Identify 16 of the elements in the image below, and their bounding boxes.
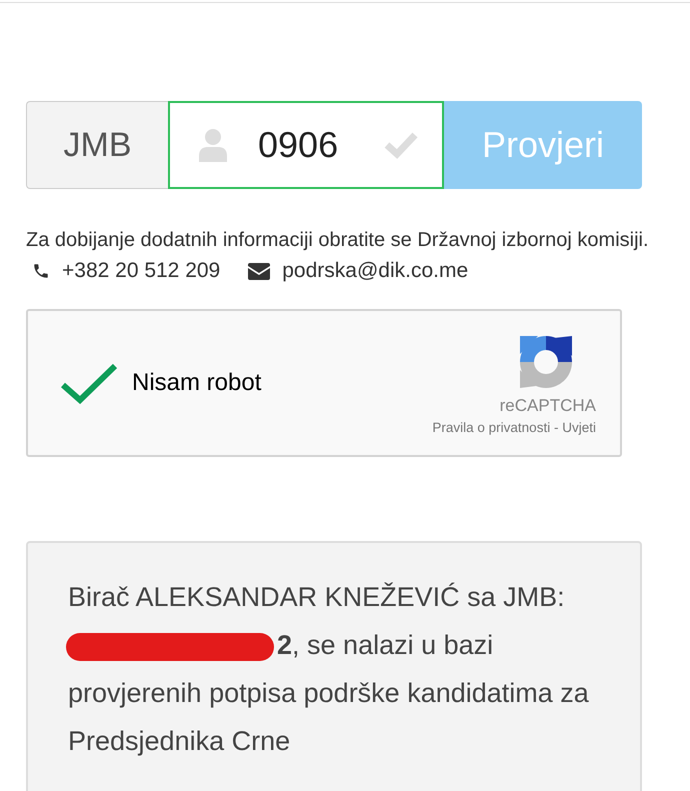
user-icon xyxy=(198,128,228,162)
envelope-icon xyxy=(248,262,270,280)
info-text: Za dobijanje dodatnih informaciji obratite se Državnoj izbornoj komisiji. xyxy=(26,228,650,253)
privacy-link[interactable]: Pravila o privatnosti xyxy=(432,420,550,434)
input-field[interactable]: 0906 xyxy=(168,101,444,189)
captcha-brand: reCAPTCHA xyxy=(500,396,596,416)
checkmark-icon[interactable] xyxy=(60,361,118,405)
result-text: Birač ALEKSANDAR KNEŽEVIĆ sa JMB: 2, se nalazi u bazi provjerenih potpisa podrške kandidatima za Predsjednika Crne xyxy=(68,581,590,758)
link-separator: - xyxy=(554,420,558,434)
phone-icon xyxy=(32,262,50,280)
checkmark-icon xyxy=(384,131,418,159)
email-address: podrska@dik.co.me xyxy=(282,259,468,283)
checkbox-label: Nisam robot xyxy=(132,369,262,397)
terms-link[interactable]: Uvjeti xyxy=(562,420,596,434)
phone-number: +382 20 512 209 xyxy=(62,259,220,283)
field-prefix: JMB xyxy=(26,101,168,189)
